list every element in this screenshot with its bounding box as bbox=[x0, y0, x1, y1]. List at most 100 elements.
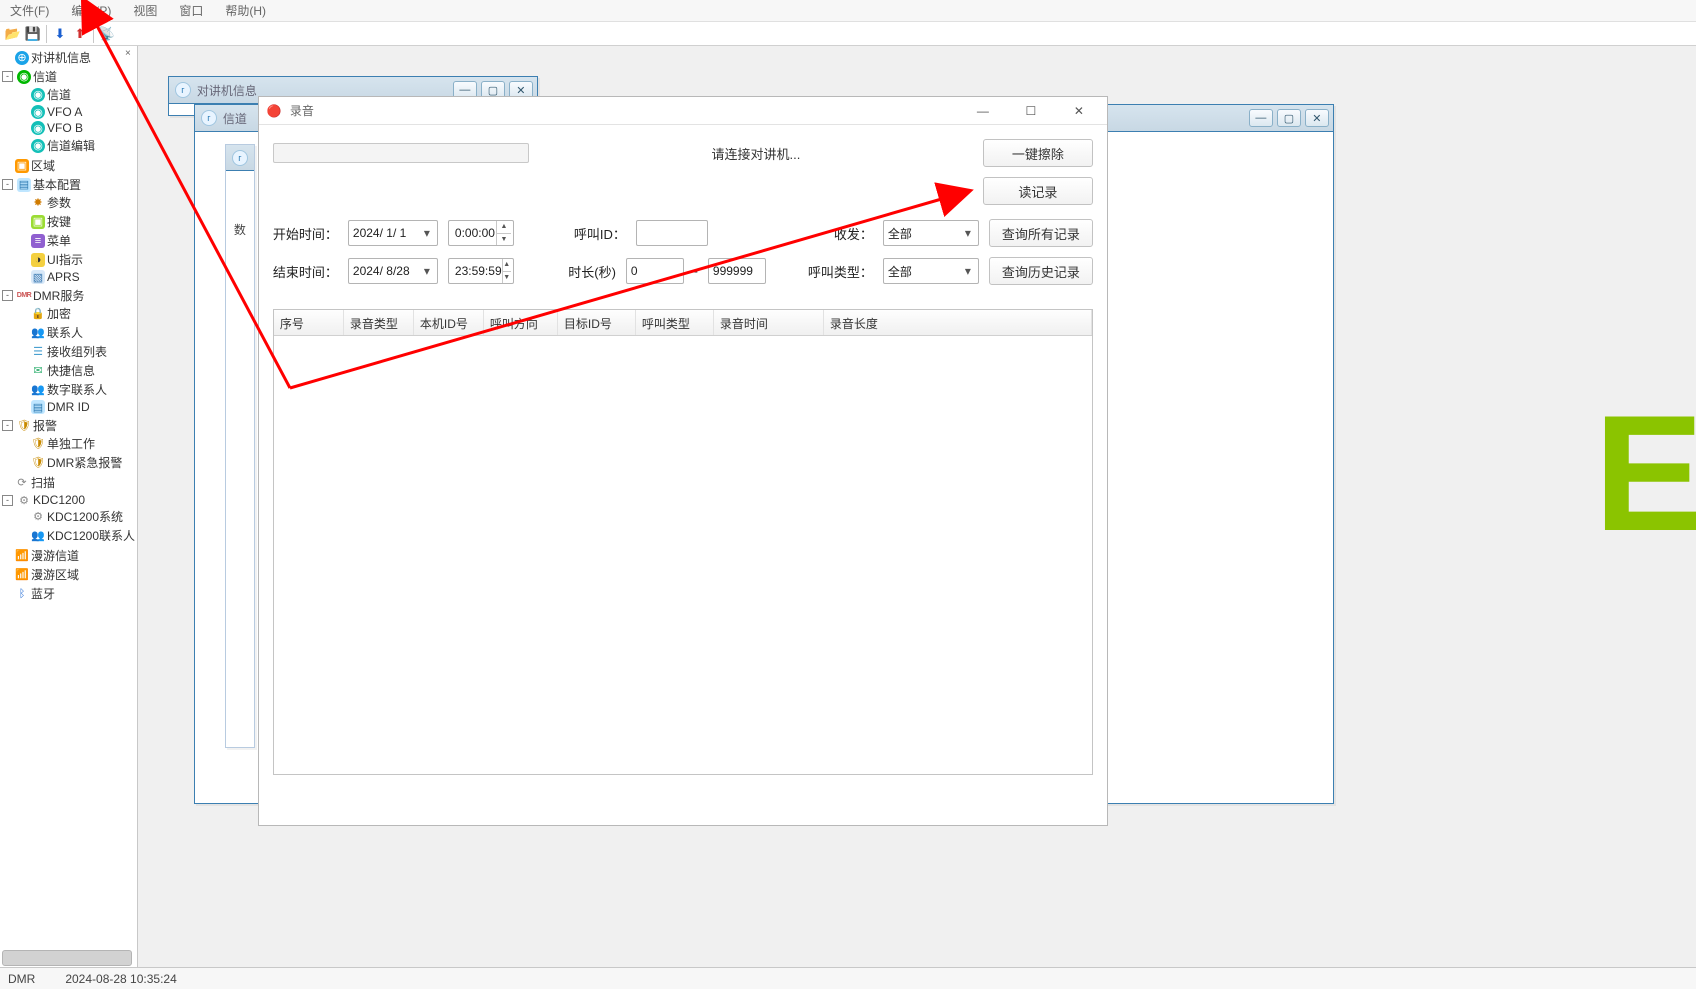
tree-vfo-b[interactable]: ◉VFO B bbox=[18, 121, 137, 135]
col-rec-len[interactable]: 录音长度 bbox=[824, 310, 1092, 335]
recording-window[interactable]: 🔴 录音 — ☐ ✕ 请连接对讲机... 一键擦除 读记录 开始时间： bbox=[258, 96, 1108, 826]
open-icon[interactable]: 📂 bbox=[4, 25, 22, 43]
recording-icon: 🔴 bbox=[267, 104, 282, 118]
params-icon: ✸ bbox=[31, 196, 45, 210]
tree-kdc1200[interactable]: -⚙KDC1200 bbox=[2, 493, 137, 507]
list-icon: ☰ bbox=[31, 345, 45, 359]
tree-dmr-emergency[interactable]: 🛡DMR紧急报警 bbox=[18, 454, 137, 471]
query-all-button[interactable]: 查询所有记录 bbox=[989, 219, 1093, 247]
shield-icon: 🛡 bbox=[31, 456, 45, 470]
tree-alert[interactable]: -🛡报警 bbox=[2, 417, 137, 434]
app-icon: г bbox=[232, 150, 248, 166]
write-radio-icon[interactable]: ⬆ bbox=[71, 25, 89, 43]
start-time-spinner[interactable]: 0:00:00 ▲▼ bbox=[448, 220, 514, 246]
tree-rx-group[interactable]: ☰接收组列表 bbox=[18, 343, 137, 360]
collapse-icon[interactable]: - bbox=[2, 290, 13, 301]
tree-dmr-service[interactable]: -DMRDMR服务 bbox=[2, 287, 137, 304]
call-type-label: 呼叫类型： bbox=[808, 262, 873, 281]
rxtx-label: 收发： bbox=[833, 224, 873, 243]
tree-kdc1200-contacts[interactable]: 👥KDC1200联系人 bbox=[18, 527, 137, 544]
gear-icon: ⚙ bbox=[31, 510, 45, 524]
close-button[interactable]: ✕ bbox=[1305, 109, 1329, 127]
tree-lonework[interactable]: 🛡单独工作 bbox=[18, 435, 137, 452]
tree-contacts[interactable]: 👥联系人 bbox=[18, 324, 137, 341]
call-type-select[interactable]: 全部 ▾ bbox=[883, 258, 979, 284]
people-icon: 👥 bbox=[31, 326, 45, 340]
tree-quick-msg[interactable]: ✉快捷信息 bbox=[18, 362, 137, 379]
duration-to-input[interactable]: 999999 bbox=[708, 258, 766, 284]
tree-basic-config[interactable]: -▤基本配置 bbox=[2, 176, 137, 193]
end-time-spinner[interactable]: 23:59:59 ▲▼ bbox=[448, 258, 514, 284]
rxtx-select[interactable]: 全部 ▾ bbox=[883, 220, 979, 246]
maximize-button[interactable]: ▢ bbox=[1277, 109, 1301, 127]
status-mode: DMR bbox=[8, 972, 35, 986]
dropdown-icon[interactable]: ▾ bbox=[960, 226, 976, 240]
menu-file[interactable]: 文件(F) bbox=[4, 2, 55, 19]
col-self-id[interactable]: 本机ID号 bbox=[414, 310, 484, 335]
col-rec-time[interactable]: 录音时间 bbox=[714, 310, 824, 335]
tree-channel-edit[interactable]: ◉信道编辑 bbox=[18, 137, 137, 154]
tree-vfo-a[interactable]: ◉VFO A bbox=[18, 105, 137, 119]
collapse-icon[interactable]: - bbox=[2, 420, 13, 431]
maximize-button[interactable]: ☐ bbox=[1011, 99, 1051, 123]
panel-close-icon[interactable]: × bbox=[123, 48, 133, 58]
tree-dmr-id[interactable]: ▤DMR ID bbox=[18, 400, 137, 414]
dropdown-icon[interactable]: ▾ bbox=[960, 264, 976, 278]
tree-kdc1200-sys[interactable]: ⚙KDC1200系统 bbox=[18, 508, 137, 525]
tree-encrypt[interactable]: 🔒加密 bbox=[18, 305, 137, 322]
tree-zone[interactable]: ▣区域 bbox=[2, 157, 137, 174]
menu-help[interactable]: 帮助(H) bbox=[219, 2, 272, 19]
collapse-icon[interactable]: - bbox=[2, 71, 13, 82]
tree-radio-info[interactable]: ⊕对讲机信息 bbox=[2, 49, 137, 66]
lock-icon: 🔒 bbox=[31, 307, 45, 321]
tree-digital-contacts[interactable]: 👥数字联系人 bbox=[18, 381, 137, 398]
col-direction[interactable]: 呼叫方向 bbox=[484, 310, 558, 335]
dropdown-icon[interactable]: ▾ bbox=[419, 264, 435, 278]
col-seq[interactable]: 序号 bbox=[274, 310, 344, 335]
tree-roam-zone[interactable]: 📶漫游区域 bbox=[2, 566, 137, 583]
gear-icon: ⚙ bbox=[17, 493, 31, 507]
note-icon: ✉ bbox=[31, 364, 45, 378]
start-date-picker[interactable]: 2024/ 1/ 1 ▾ bbox=[348, 220, 438, 246]
clear-all-button[interactable]: 一键擦除 bbox=[983, 139, 1093, 167]
tree-bluetooth[interactable]: ᛒ蓝牙 bbox=[2, 585, 137, 602]
call-id-input[interactable] bbox=[636, 220, 708, 246]
recording-table[interactable]: 序号 录音类型 本机ID号 呼叫方向 目标ID号 呼叫类型 录音时间 录音长度 bbox=[273, 309, 1093, 775]
minimize-button[interactable]: — bbox=[963, 99, 1003, 123]
menu-view[interactable]: 视图 bbox=[127, 2, 163, 19]
menu-program[interactable]: 编程(P) bbox=[65, 2, 117, 19]
collapse-icon[interactable]: - bbox=[2, 495, 13, 506]
tree-scan[interactable]: ⟳扫描 bbox=[2, 474, 137, 491]
dropdown-icon[interactable]: ▾ bbox=[419, 226, 435, 240]
spin-down-icon[interactable]: ▼ bbox=[497, 234, 511, 246]
minimize-button[interactable]: — bbox=[1249, 109, 1273, 127]
close-button[interactable]: ✕ bbox=[1059, 99, 1099, 123]
tree-roam-channel[interactable]: 📶漫游信道 bbox=[2, 547, 137, 564]
app-icon: г bbox=[201, 110, 217, 126]
read-records-button[interactable]: 读记录 bbox=[983, 177, 1093, 205]
tree-channel[interactable]: ◉信道 bbox=[18, 86, 137, 103]
tree-ui-ind[interactable]: ◑UI指示 bbox=[18, 251, 137, 268]
spin-up-icon[interactable]: ▲ bbox=[497, 221, 511, 234]
child-window-inner[interactable]: г 数 bbox=[225, 144, 255, 748]
read-radio-icon[interactable]: ⬇ bbox=[51, 25, 69, 43]
tree-params[interactable]: ✸参数 bbox=[18, 194, 137, 211]
duration-from-input[interactable]: 0 bbox=[626, 258, 684, 284]
tree-keys[interactable]: ▣按键 bbox=[18, 213, 137, 230]
antenna-icon[interactable]: 📡 bbox=[98, 25, 116, 43]
spin-up-icon[interactable]: ▲ bbox=[503, 259, 511, 272]
query-history-button[interactable]: 查询历史记录 bbox=[989, 257, 1093, 285]
col-call-type[interactable]: 呼叫类型 bbox=[636, 310, 714, 335]
tree-horizontal-scrollbar[interactable] bbox=[0, 949, 137, 967]
spin-down-icon[interactable]: ▼ bbox=[503, 272, 511, 284]
tree-menu[interactable]: ≡菜单 bbox=[18, 232, 137, 249]
tree-aprs[interactable]: ▧APRS bbox=[18, 270, 137, 284]
duration-separator: - bbox=[694, 264, 698, 278]
collapse-icon[interactable]: - bbox=[2, 179, 13, 190]
end-date-picker[interactable]: 2024/ 8/28 ▾ bbox=[348, 258, 438, 284]
menu-window[interactable]: 窗口 bbox=[173, 2, 209, 19]
save-icon[interactable]: 💾 bbox=[24, 25, 42, 43]
col-target-id[interactable]: 目标ID号 bbox=[558, 310, 636, 335]
col-rec-type[interactable]: 录音类型 bbox=[344, 310, 414, 335]
tree-channel-root[interactable]: -◉信道 bbox=[2, 68, 137, 85]
